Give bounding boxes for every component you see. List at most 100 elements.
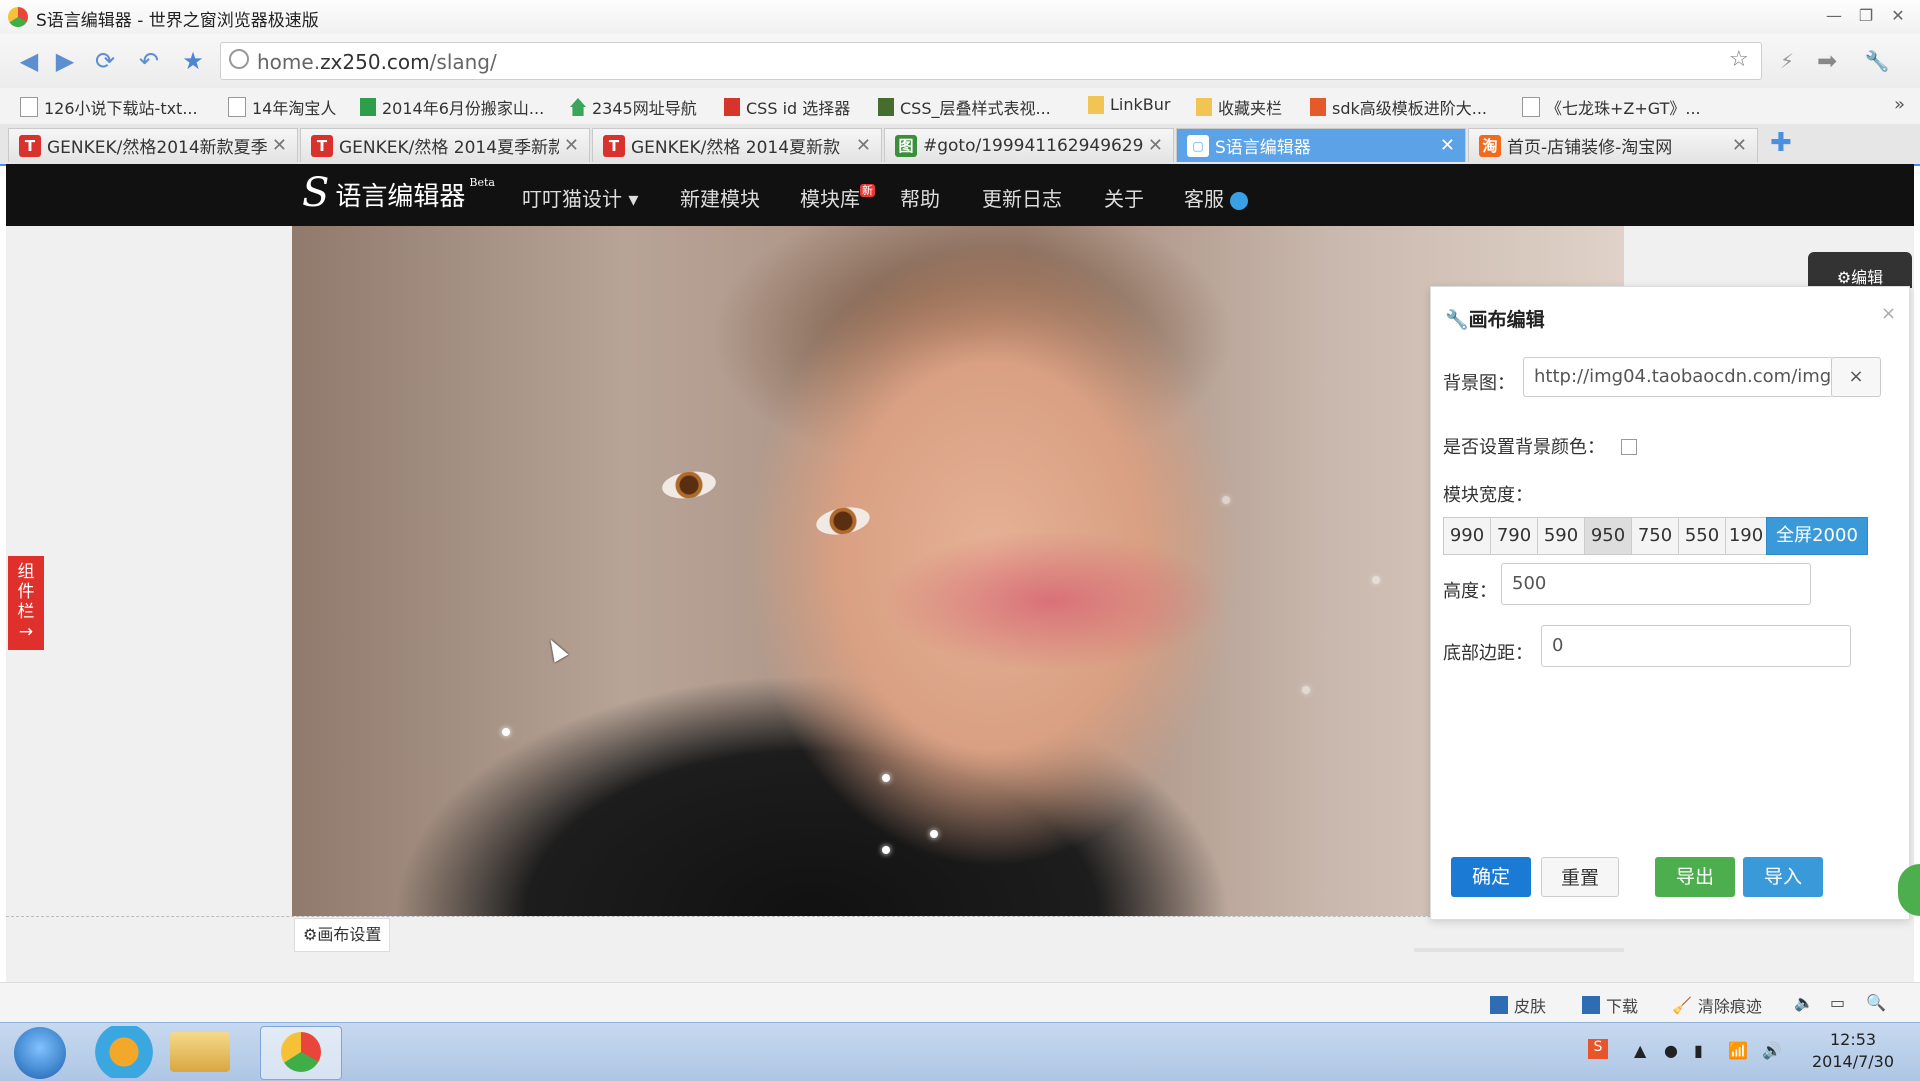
browser-tab[interactable]: 淘首页-店铺装修-淘宝网 ✕ xyxy=(1468,128,1758,162)
volume-tray-icon[interactable]: 🔊 xyxy=(1762,1041,1782,1060)
tab-close-icon[interactable]: ✕ xyxy=(1148,135,1163,156)
more-bookmarks-icon[interactable]: » xyxy=(1894,94,1905,115)
bookmark-item[interactable]: 2345网址导航 xyxy=(570,95,697,119)
height-input[interactable]: 500 xyxy=(1501,563,1811,605)
lightning-icon[interactable]: ⚡ xyxy=(1770,44,1804,78)
tab-label: 首页-店铺装修-淘宝网 xyxy=(1507,138,1673,158)
site-logo[interactable]: S 语言编辑器 Beta xyxy=(302,173,495,213)
bookmark-star-icon[interactable]: ☆ xyxy=(1729,47,1749,72)
start-button-icon[interactable] xyxy=(14,1027,66,1079)
tab-close-icon[interactable]: ✕ xyxy=(564,135,579,156)
bookmark-item[interactable]: 《七龙珠+Z+GT》... xyxy=(1522,95,1701,119)
width-590-button[interactable]: 590 xyxy=(1537,517,1585,555)
menu-help[interactable]: 帮助 xyxy=(900,183,940,212)
tab-close-icon[interactable]: ✕ xyxy=(856,135,871,156)
browser-tab[interactable]: 图 #goto/199941162949629 ✕ xyxy=(884,128,1174,162)
module-width-label: 模块宽度： xyxy=(1443,485,1533,506)
address-bar[interactable]: home.zx250.com/slang/ ☆ xyxy=(220,42,1762,80)
input-method-icon[interactable]: S xyxy=(1588,1039,1608,1059)
taskbar-app-icon[interactable] xyxy=(84,1026,164,1078)
import-button[interactable]: 导入 xyxy=(1743,857,1823,897)
bookmark-item[interactable]: sdk高级模板进阶大... xyxy=(1310,95,1487,119)
canvas-settings-button[interactable]: ⚙画布设置 xyxy=(294,918,391,952)
canvas-edit-panel: 🔧画布编辑 × 背景图： http://img04.taobaocdn.com/… xyxy=(1430,286,1910,920)
browser-logo-icon xyxy=(8,7,28,27)
bookmark-item[interactable]: 126小说下载站-txt... xyxy=(20,95,198,119)
bg-image-input[interactable]: http://img04.taobaocdn.com/imgextra/ xyxy=(1523,357,1833,397)
menu-dingdingmao[interactable]: 叮叮猫设计 ▾ xyxy=(522,183,638,212)
page-icon xyxy=(20,97,38,117)
back-icon[interactable]: ◀ xyxy=(12,44,46,78)
zoom-icon[interactable]: 🔍 xyxy=(1866,993,1886,1012)
width-fullscreen-button[interactable]: 全屏2000 xyxy=(1766,517,1868,555)
refresh-icon[interactable]: ⟳ xyxy=(88,44,122,78)
download-button[interactable]: 下载 xyxy=(1582,993,1638,1017)
undo-icon[interactable]: ↶ xyxy=(132,44,166,78)
system-clock[interactable]: 12:53 2014/7/30 xyxy=(1812,1029,1894,1073)
menu-changelog[interactable]: 更新日志 xyxy=(982,183,1062,212)
bookmark-item[interactable]: 收藏夹栏 xyxy=(1196,95,1282,119)
go-icon[interactable]: ➡ xyxy=(1810,44,1844,78)
new-tab-icon[interactable]: ✚ xyxy=(1770,128,1792,158)
panel-close-icon[interactable]: × xyxy=(1881,303,1896,324)
w3-icon xyxy=(724,98,740,116)
address-url[interactable]: home.zx250.com/slang/ xyxy=(257,50,497,74)
bookmark-item[interactable]: CSS id 选择器 xyxy=(724,95,850,119)
tab-close-icon[interactable]: ✕ xyxy=(272,135,287,156)
skin-button[interactable]: 皮肤 xyxy=(1490,993,1546,1017)
confirm-button[interactable]: 确定 xyxy=(1451,857,1531,897)
tab-label: GENKEK/然格2014新款夏季 xyxy=(47,138,267,158)
browser-tab[interactable]: T GENKEK/然格 2014夏季新款 ✕ xyxy=(300,128,590,162)
file-explorer-icon[interactable] xyxy=(170,1032,230,1072)
favorite-star-icon[interactable]: ★ xyxy=(176,44,210,78)
browser-tab[interactable]: T GENKEK/然格2014新款夏季 ✕ xyxy=(8,128,298,162)
network-icon[interactable]: 📶 xyxy=(1728,1041,1748,1060)
menu-customer-service[interactable]: 客服 xyxy=(1184,183,1249,212)
tray-security-icon[interactable]: ● xyxy=(1664,1041,1678,1060)
sparkle xyxy=(882,774,890,782)
browser-tab[interactable]: T GENKEK/然格 2014夏新款 ✕ xyxy=(592,128,882,162)
bg-image-clear-button[interactable]: × xyxy=(1831,357,1881,397)
bg-color-checkbox[interactable] xyxy=(1621,439,1637,455)
close-window-icon[interactable]: ✕ xyxy=(1884,6,1912,26)
page-icon xyxy=(228,97,246,117)
width-990-button[interactable]: 990 xyxy=(1443,517,1491,555)
menu-about[interactable]: 关于 xyxy=(1104,183,1144,212)
chat-icon xyxy=(1230,191,1249,210)
export-button[interactable]: 导出 xyxy=(1655,857,1735,897)
width-790-button[interactable]: 790 xyxy=(1490,517,1538,555)
tools-icon[interactable]: 🔧 xyxy=(1860,44,1894,78)
menu-module-library[interactable]: 模块库新 xyxy=(800,183,875,212)
volume-icon[interactable]: 🔈 xyxy=(1794,993,1814,1012)
width-550-button[interactable]: 550 xyxy=(1678,517,1726,555)
screen-icon[interactable]: ▭ xyxy=(1830,993,1845,1012)
bookmark-item[interactable]: LinkBur xyxy=(1088,95,1170,114)
bookmark-item[interactable]: 14年淘宝人 xyxy=(228,95,336,119)
menu-new-module[interactable]: 新建模块 xyxy=(680,183,760,212)
forward-icon[interactable]: ▶ xyxy=(48,44,82,78)
tray-expand-icon[interactable]: ▲ xyxy=(1634,1041,1646,1060)
skin-icon xyxy=(1490,996,1508,1014)
canvas-background-image[interactable] xyxy=(292,226,1624,916)
width-950-button[interactable]: 950 xyxy=(1584,517,1632,555)
width-750-button[interactable]: 750 xyxy=(1631,517,1679,555)
bookmark-item[interactable]: CSS_层叠样式表视... xyxy=(878,95,1051,119)
restore-icon[interactable]: ❐ xyxy=(1852,6,1880,26)
sparkle xyxy=(1222,496,1230,504)
reset-button[interactable]: 重置 xyxy=(1541,857,1619,897)
bottom-margin-input[interactable]: 0 xyxy=(1541,625,1851,667)
browser-taskbar-icon[interactable] xyxy=(260,1026,342,1080)
browser-tab-active[interactable]: ▢ S语言编辑器 ✕ xyxy=(1176,128,1466,162)
tray-power-icon[interactable]: ▮ xyxy=(1694,1041,1703,1060)
minimize-icon[interactable]: — xyxy=(1820,6,1848,26)
width-190-button[interactable]: 190 xyxy=(1725,517,1767,555)
edit-tab-button[interactable]: ⚙编辑 xyxy=(1808,252,1912,288)
bookmark-item[interactable]: 2014年6月份搬家山... xyxy=(360,95,544,119)
component-panel-tab[interactable]: 组件栏 → xyxy=(8,556,44,650)
tab-close-icon[interactable]: ✕ xyxy=(1732,135,1747,156)
window-titlebar: S语言编辑器 - 世界之窗浏览器极速版 — ❐ ✕ xyxy=(0,0,1920,34)
tab-close-icon[interactable]: ✕ xyxy=(1440,135,1455,156)
horizontal-scrollbar[interactable] xyxy=(1414,948,1624,952)
clear-traces-button[interactable]: 🧹 清除痕迹 xyxy=(1672,993,1762,1017)
panel-title: 🔧画布编辑 xyxy=(1445,309,1545,331)
